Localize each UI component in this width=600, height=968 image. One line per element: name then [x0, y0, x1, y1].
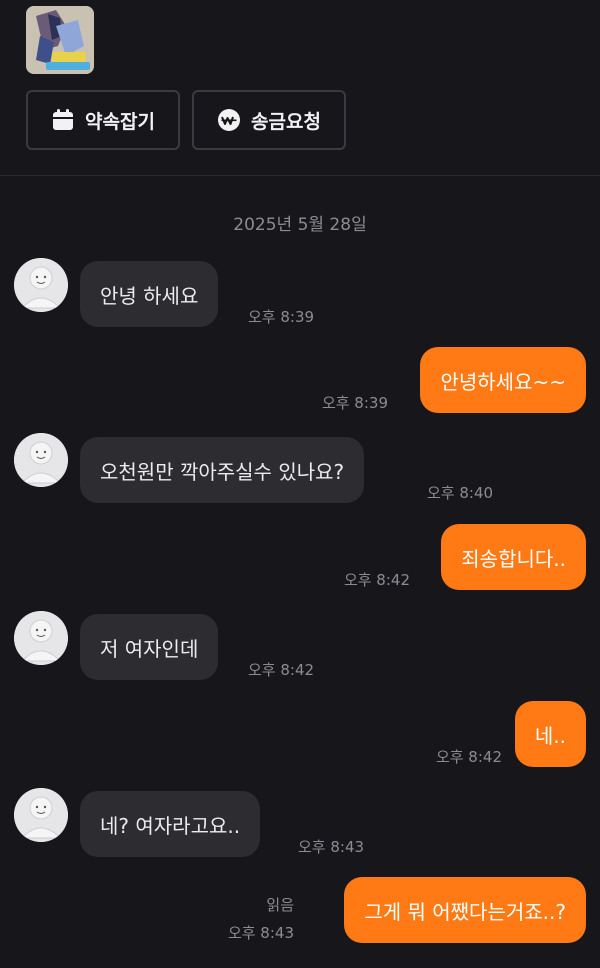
message-time: 오후 8:39 — [321, 394, 388, 412]
message-time: 오후 8:40 — [427, 484, 494, 502]
message-bubble-incoming[interactable]: 오천원만 깍아주실수 있나요? — [80, 437, 365, 503]
default-profile-icon — [14, 611, 68, 665]
message-time: 오후 8:42 — [343, 571, 410, 589]
avatar[interactable] — [14, 258, 68, 312]
chat-header: 약속잡기 송금요청 — [0, 0, 600, 176]
avatar[interactable] — [14, 433, 68, 487]
default-profile-icon — [14, 433, 68, 487]
won-pay-icon — [217, 108, 241, 132]
product-image-icon — [26, 6, 94, 74]
schedule-appointment-label: 약속잡기 — [85, 110, 155, 133]
message-time: 오후 8:43 — [298, 838, 365, 856]
message-bubble-outgoing[interactable]: 네.. — [514, 701, 586, 767]
message-bubble-incoming[interactable]: 저 여자인데 — [80, 614, 219, 680]
message-time: 오후 8:42 — [248, 661, 315, 679]
avatar[interactable] — [14, 611, 68, 665]
request-payment-button[interactable]: 송금요청 — [192, 90, 346, 150]
message-bubble-incoming[interactable]: 안녕 하세요 — [80, 261, 219, 327]
avatar[interactable] — [14, 788, 68, 842]
default-profile-icon — [14, 258, 68, 312]
message-bubble-incoming[interactable]: 네? 여자라고요.. — [80, 791, 261, 857]
request-payment-label: 송금요청 — [251, 110, 321, 133]
default-profile-icon — [14, 788, 68, 842]
message-time: 오후 8:43 — [227, 924, 294, 942]
date-separator: 2025년 5월 28일 — [233, 215, 367, 235]
product-thumbnail[interactable] — [26, 6, 94, 74]
message-time: 오후 8:39 — [248, 308, 315, 326]
schedule-appointment-button[interactable]: 약속잡기 — [26, 90, 180, 150]
calendar-icon — [51, 108, 75, 132]
message-time: 오후 8:42 — [435, 748, 502, 766]
message-bubble-outgoing[interactable]: 안녕하세요~~ — [420, 347, 586, 413]
read-receipt: 읽음 — [266, 896, 294, 914]
message-bubble-outgoing[interactable]: 그게 뭐 어쨌다는거죠..? — [344, 877, 586, 943]
message-bubble-outgoing[interactable]: 죄송합니다.. — [441, 524, 586, 590]
